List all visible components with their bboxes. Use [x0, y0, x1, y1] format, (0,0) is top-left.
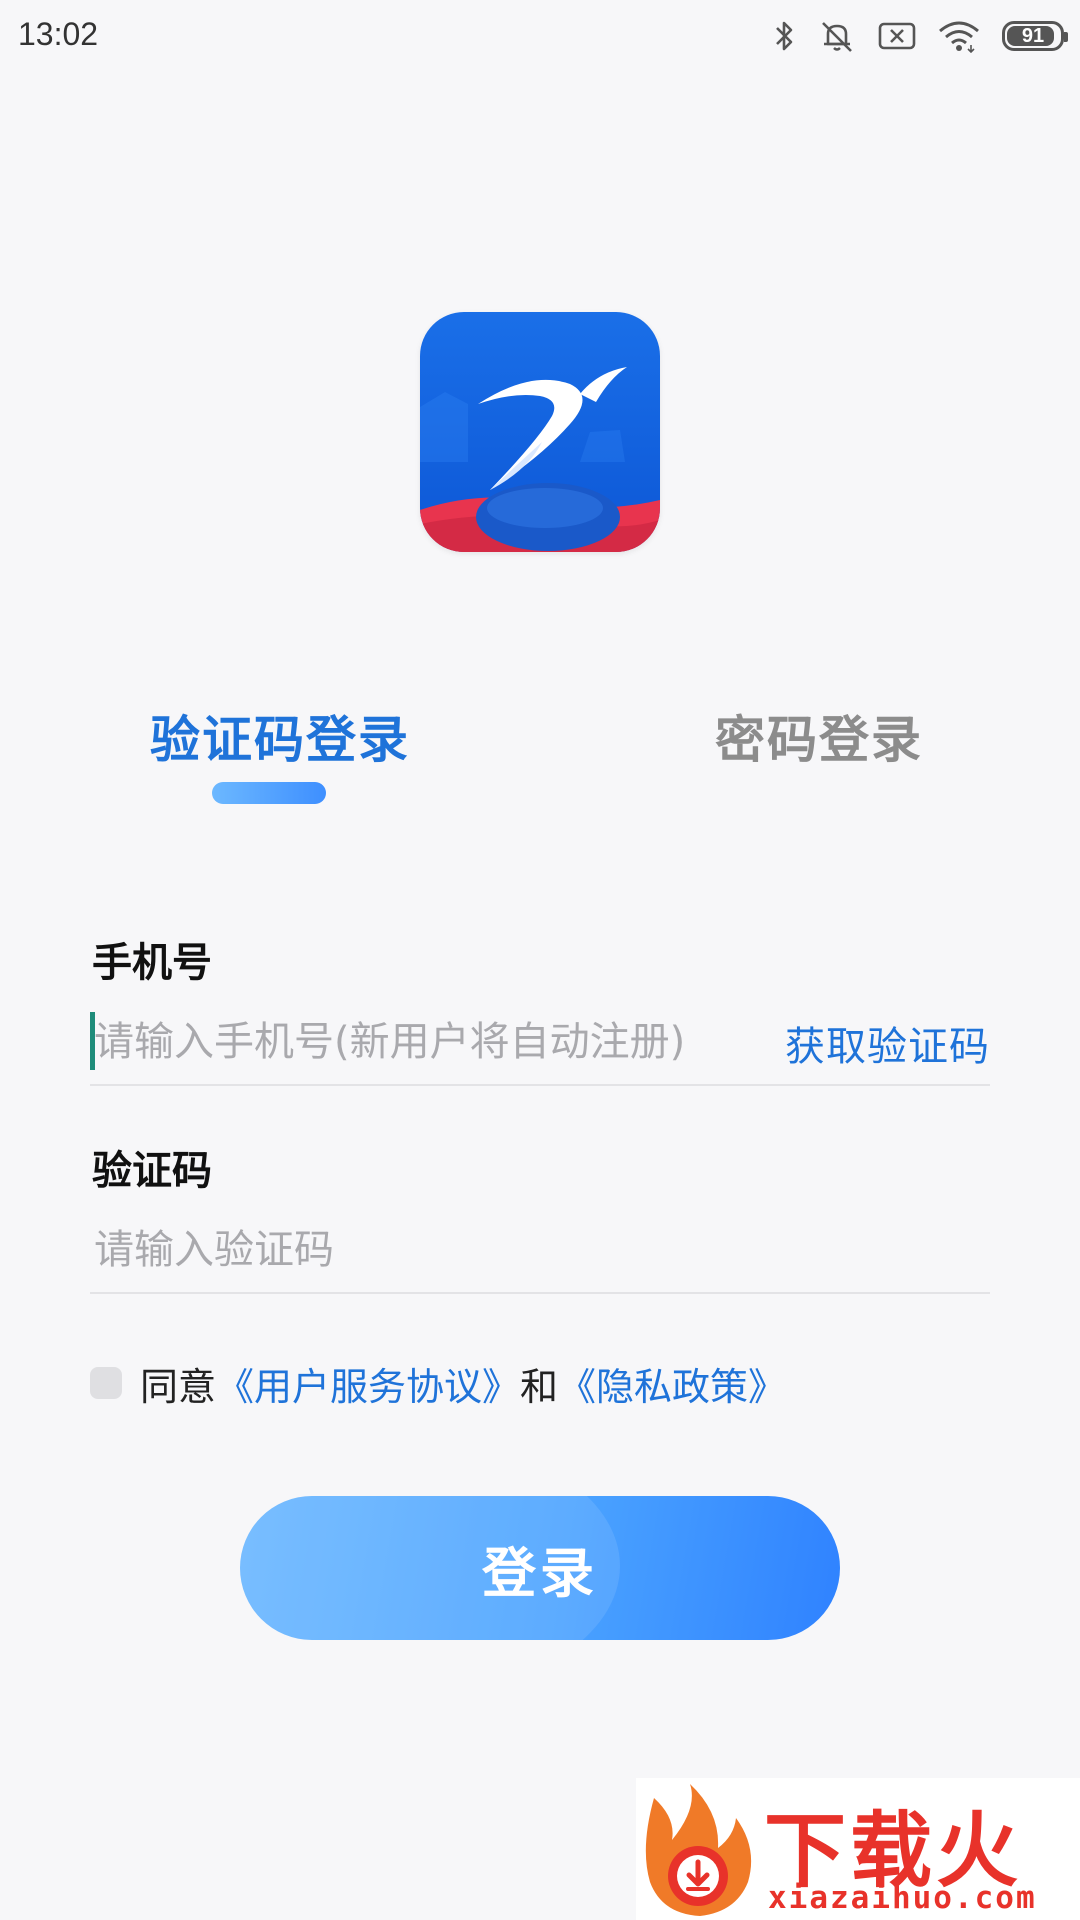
active-tab-indicator: [212, 782, 326, 804]
flame-logo-icon: [645, 1784, 752, 1916]
phone-label: 手机号: [92, 940, 212, 986]
agreement-conjunction: 和: [520, 1364, 559, 1409]
terms-link[interactable]: 《用户服务协议》: [216, 1356, 520, 1411]
battery-level: 91: [1021, 24, 1045, 47]
verification-code-input[interactable]: [90, 1208, 974, 1292]
phone-input-row: 获取验证码: [90, 1000, 990, 1086]
phone-input[interactable]: [90, 1000, 754, 1084]
get-code-button[interactable]: 获取验证码: [785, 1014, 990, 1072]
code-label: 验证码: [92, 1148, 212, 1194]
battery-icon: 91: [1002, 21, 1068, 51]
code-input-row: [90, 1208, 990, 1294]
tab-sms-login[interactable]: 验证码登录: [150, 700, 410, 772]
mute-icon: [818, 18, 856, 54]
privacy-link[interactable]: 《隐私政策》: [558, 1356, 786, 1411]
login-screen: 13:02 91 验证码登录 密码登录 手机号 请输入手机号(新用户将自动注册)…: [0, 0, 1080, 1920]
login-button-label: 登录: [482, 1541, 598, 1605]
watermark-url: xiazaihuo.com: [768, 1880, 1037, 1916]
wifi-icon: [938, 19, 980, 53]
tab-password-login[interactable]: 密码登录: [715, 700, 923, 772]
app-logo: [420, 312, 660, 552]
watermark: 下载火 xiazaihuo.com: [636, 1778, 1080, 1920]
no-sim-icon: [878, 21, 916, 51]
bluetooth-icon: [774, 18, 796, 54]
status-time: 13:02: [18, 16, 99, 52]
status-bar: 13:02 91: [0, 0, 1080, 72]
app-logo-icon: [420, 312, 660, 552]
agreement-row: 同意 《用户服务协议》 和 《隐私政策》: [90, 1356, 786, 1410]
agreement-checkbox[interactable]: [90, 1367, 122, 1399]
agreement-prefix: 同意: [140, 1364, 217, 1409]
status-icons: 91: [774, 14, 1068, 58]
login-button[interactable]: 登录: [240, 1496, 840, 1640]
